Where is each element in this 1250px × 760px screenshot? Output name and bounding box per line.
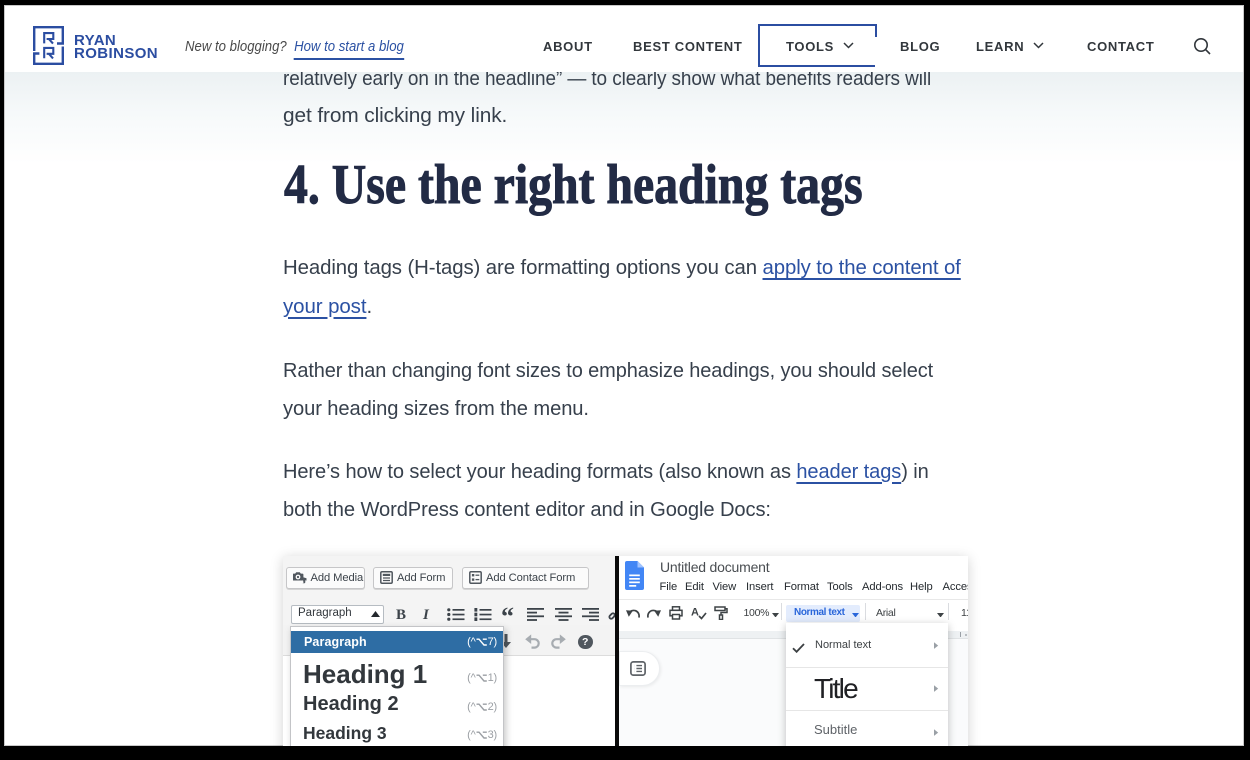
svg-text:A: A [691, 607, 699, 619]
